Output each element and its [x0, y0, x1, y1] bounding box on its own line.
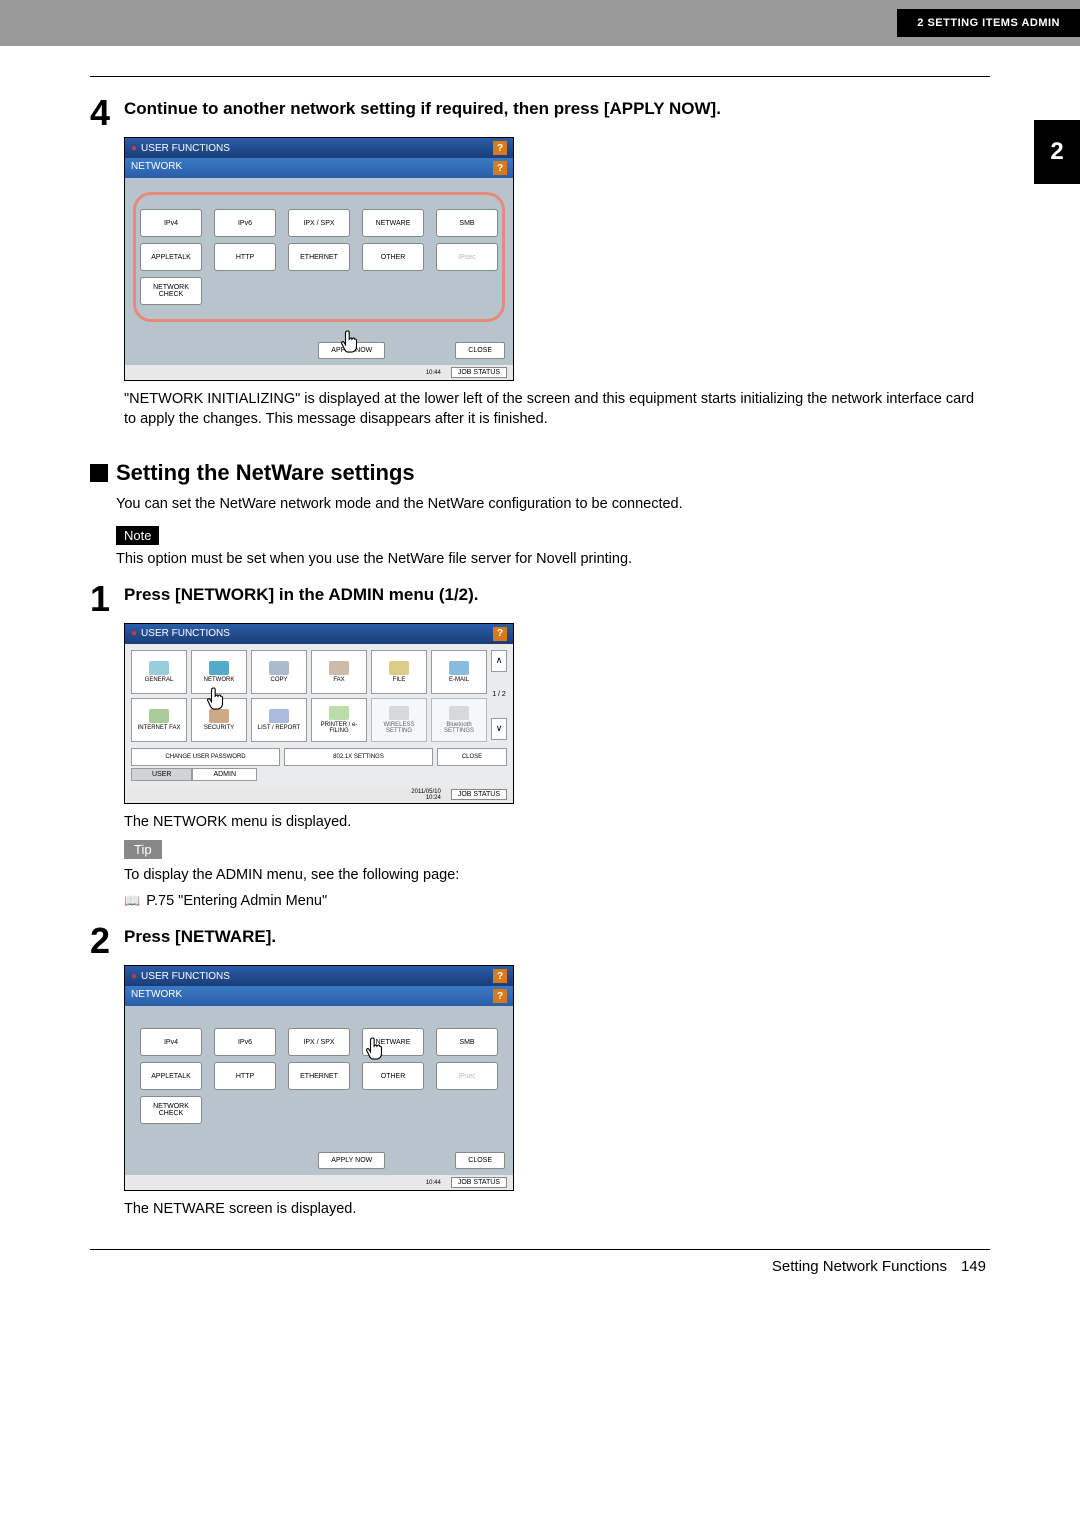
page-up-button[interactable]: ∧ — [491, 650, 507, 672]
ipx-spx-button[interactable]: IPX / SPX — [288, 1028, 350, 1056]
close-button[interactable]: CLOSE — [455, 342, 505, 359]
step2-after-text: The NETWARE screen is displayed. — [124, 1199, 990, 1219]
ethernet-button[interactable]: ETHERNET — [288, 1062, 350, 1090]
tab-user[interactable]: USER — [131, 768, 192, 781]
netware-button[interactable]: NETWARE — [362, 209, 424, 237]
general-button[interactable]: GENERAL — [131, 650, 187, 694]
sb-titlebar: ●USER FUNCTIONS ? — [125, 624, 513, 644]
footer-section: Setting Network Functions — [772, 1258, 947, 1275]
ipv6-button[interactable]: IPv6 — [214, 209, 276, 237]
page-reference: 📖 P.75 "Entering Admin Menu" — [124, 893, 990, 909]
netware-button[interactable]: NETWARE — [362, 1028, 424, 1056]
job-status-button[interactable]: JOB STATUS — [451, 367, 507, 378]
note-text: This option must be set when you use the… — [116, 551, 990, 567]
ethernet-button[interactable]: ETHERNET — [288, 243, 350, 271]
network-check-button[interactable]: NETWORK CHECK — [140, 1096, 202, 1124]
close-button[interactable]: CLOSE — [455, 1152, 505, 1169]
change-password-button[interactable]: CHANGE USER PASSWORD — [131, 748, 280, 766]
help-icon[interactable]: ? — [493, 161, 507, 175]
apply-now-button[interactable]: APPLY NOW — [318, 342, 385, 359]
email-button[interactable]: E-MAIL — [431, 650, 487, 694]
ipv4-button[interactable]: IPv4 — [140, 209, 202, 237]
step-number: 2 — [90, 923, 124, 959]
internet-fax-button[interactable]: INTERNET FAX — [131, 698, 187, 742]
close-button[interactable]: CLOSE — [437, 748, 507, 766]
ipsec-button: IPsec — [436, 1062, 498, 1090]
help-icon[interactable]: ? — [493, 141, 507, 155]
other-button[interactable]: OTHER — [362, 1062, 424, 1090]
copy-button[interactable]: COPY — [251, 650, 307, 694]
network-button-grid: IPv4 IPv6 IPX / SPX NETWARE SMB APPLETAL… — [133, 1020, 505, 1132]
screenshot-network-netware: ●USER FUNCTIONS ? NETWORK? IPv4 IPv6 IPX… — [124, 965, 514, 1191]
job-status-button[interactable]: JOB STATUS — [451, 789, 507, 800]
wireless-button[interactable]: WIRELESS SETTING — [371, 698, 427, 742]
help-icon[interactable]: ? — [493, 989, 507, 1003]
step-title: Press [NETWORK] in the ADMIN menu (1/2). — [124, 585, 990, 605]
other-button[interactable]: OTHER — [362, 243, 424, 271]
section-netware-heading: Setting the NetWare settings — [90, 460, 990, 486]
note-badge: Note — [116, 526, 159, 545]
screenshot-network-apply: ●USER FUNCTIONS ? NETWORK? IPv4 IPv6 IPX… — [124, 137, 514, 381]
top-rule — [90, 76, 990, 77]
step-title: Continue to another network setting if r… — [124, 99, 990, 119]
sb-titlebar: ●USER FUNCTIONS ? — [125, 966, 513, 986]
smb-button[interactable]: SMB — [436, 209, 498, 237]
step-number: 4 — [90, 95, 124, 131]
sb-subbar: NETWORK? — [125, 158, 513, 178]
header-bar: 2 SETTING ITEMS ADMIN — [0, 0, 1080, 46]
page-down-button[interactable]: ∨ — [491, 718, 507, 740]
appletalk-button[interactable]: APPLETALK — [140, 1062, 202, 1090]
step1-after-text: The NETWORK menu is displayed. — [124, 812, 990, 832]
ipv6-button[interactable]: IPv6 — [214, 1028, 276, 1056]
job-status-button[interactable]: JOB STATUS — [451, 1177, 507, 1188]
network-check-button[interactable]: NETWORK CHECK — [140, 277, 202, 305]
footer: Setting Network Functions 149 — [90, 1258, 990, 1275]
http-button[interactable]: HTTP — [214, 1062, 276, 1090]
section-bullet-icon — [90, 464, 108, 482]
step-1: 1 Press [NETWORK] in the ADMIN menu (1/2… — [90, 581, 990, 617]
sb-subbar: NETWORK? — [125, 986, 513, 1006]
fax-button[interactable]: FAX — [311, 650, 367, 694]
screenshot-admin-menu: ●USER FUNCTIONS ? GENERAL NETWORK COPY F… — [124, 623, 514, 804]
step-title: Press [NETWARE]. — [124, 927, 990, 947]
list-report-button[interactable]: LIST / REPORT — [251, 698, 307, 742]
help-icon[interactable]: ? — [493, 969, 507, 983]
help-icon[interactable]: ? — [493, 627, 507, 641]
book-icon: 📖 — [124, 893, 140, 909]
step-2: 2 Press [NETWARE]. — [90, 923, 990, 959]
sb-titlebar: ●USER FUNCTIONS ? — [125, 138, 513, 158]
bluetooth-button[interactable]: Bluetooth SETTINGS — [431, 698, 487, 742]
section-title: Setting the NetWare settings — [116, 460, 415, 486]
step4-after-text: "NETWORK INITIALIZING" is displayed at t… — [124, 389, 990, 430]
smb-button[interactable]: SMB — [436, 1028, 498, 1056]
tip-badge: Tip — [124, 840, 162, 859]
footer-page: 149 — [961, 1258, 986, 1275]
network-button[interactable]: NETWORK — [191, 650, 247, 694]
http-button[interactable]: HTTP — [214, 243, 276, 271]
page-indicator: 1 / 2 — [491, 676, 507, 714]
ipx-spx-button[interactable]: IPX / SPX — [288, 209, 350, 237]
printer-efiling-button[interactable]: PRINTER / e-FILING — [311, 698, 367, 742]
network-button-grid: IPv4 IPv6 IPX / SPX NETWARE SMB APPLETAL… — [133, 192, 505, 322]
security-button[interactable]: SECURITY — [191, 698, 247, 742]
8021x-button[interactable]: 802.1X SETTINGS — [284, 748, 433, 766]
header-badge: 2 SETTING ITEMS ADMIN — [897, 9, 1080, 37]
footer-rule — [90, 1249, 990, 1250]
appletalk-button[interactable]: APPLETALK — [140, 243, 202, 271]
file-button[interactable]: FILE — [371, 650, 427, 694]
step-number: 1 — [90, 581, 124, 617]
chapter-side-badge: 2 — [1034, 120, 1080, 184]
apply-now-button[interactable]: APPLY NOW — [318, 1152, 385, 1169]
tab-admin[interactable]: ADMIN — [192, 768, 257, 781]
ipsec-button: IPsec — [436, 243, 498, 271]
section-intro: You can set the NetWare network mode and… — [116, 496, 990, 512]
ipv4-button[interactable]: IPv4 — [140, 1028, 202, 1056]
step-4: 4 Continue to another network setting if… — [90, 95, 990, 131]
tip-text: To display the ADMIN menu, see the follo… — [124, 865, 990, 885]
